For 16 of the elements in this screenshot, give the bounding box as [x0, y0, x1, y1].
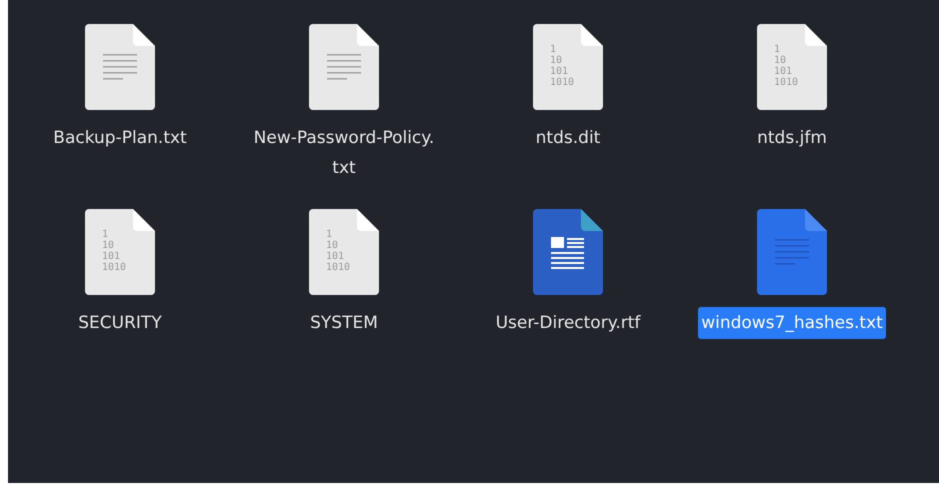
binary-file-icon: 1 10 101 1010 — [757, 24, 827, 110]
file-name[interactable]: Backup-Plan.txt — [50, 122, 190, 154]
file-name[interactable]: SECURITY — [75, 307, 165, 339]
file-name[interactable]: User-Directory.rtf — [492, 307, 644, 339]
document-file-icon — [533, 209, 603, 295]
binary-file-icon: 1 10 101 1010 — [533, 24, 603, 110]
file-name[interactable]: ntds.dit — [532, 122, 604, 154]
file-name[interactable]: New-Password-Policy.txt — [239, 122, 449, 184]
file-name[interactable]: ntds.jfm — [754, 122, 830, 154]
file-name[interactable]: SYSTEM — [307, 307, 381, 339]
text-file-icon — [309, 24, 379, 110]
binary-file-icon: 1 10 101 1010 — [85, 209, 155, 295]
text-file-icon — [85, 24, 155, 110]
file-name[interactable]: windows7_hashes.txt — [698, 307, 886, 339]
text-file-icon — [757, 209, 827, 295]
binary-file-icon: 1 10 101 1010 — [309, 209, 379, 295]
